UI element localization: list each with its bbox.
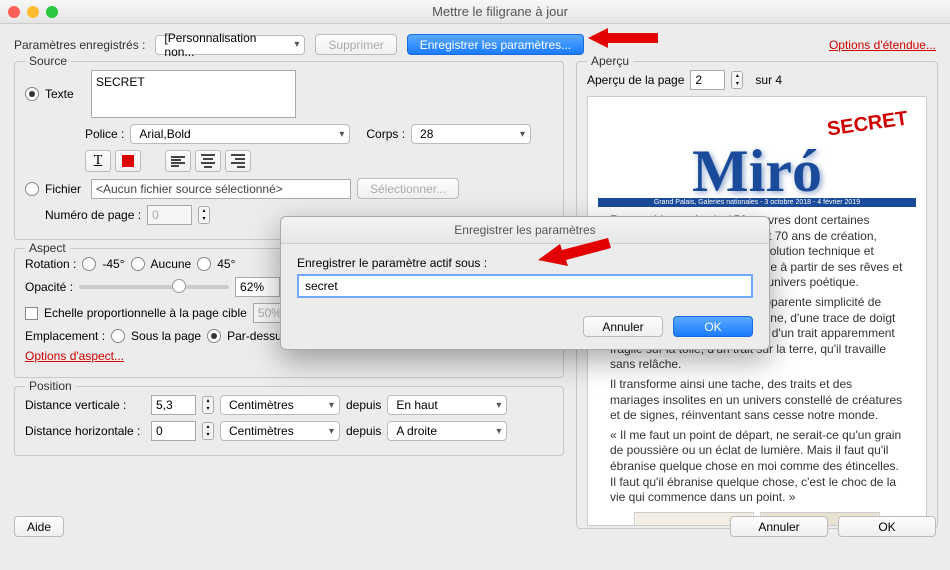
select-file-button[interactable]: Sélectionner... bbox=[357, 178, 459, 199]
color-icon[interactable] bbox=[115, 150, 141, 172]
font-value: Arial,Bold bbox=[139, 127, 190, 141]
arrow-indicator-icon bbox=[588, 26, 668, 50]
scale-label: Echelle proportionnelle à la page cible bbox=[44, 306, 247, 320]
saved-params-label: Paramètres enregistrés : bbox=[14, 38, 145, 52]
maximize-icon[interactable] bbox=[46, 6, 58, 18]
position-legend: Position bbox=[25, 379, 76, 393]
opacity-label: Opacité : bbox=[25, 280, 73, 294]
file-path-value: <Aucun fichier source sélectionné> bbox=[96, 182, 283, 196]
close-icon[interactable] bbox=[8, 6, 20, 18]
underline-icon[interactable]: T bbox=[85, 150, 111, 172]
hdist-label: Distance horizontale : bbox=[25, 424, 145, 438]
extended-options-link[interactable]: Options d'étendue... bbox=[829, 38, 936, 52]
vdist-input[interactable] bbox=[151, 395, 196, 415]
save-params-button[interactable]: Enregistrer les paramètres... bbox=[407, 34, 584, 55]
doc-subtitle-bar: Grand Palais, Galeries nationales - 3 oc… bbox=[598, 198, 916, 207]
page-num-stepper: ▴▾ bbox=[198, 206, 210, 224]
size-label: Corps : bbox=[366, 127, 405, 141]
dialog-label: Enregistrer le paramètre actif sous : bbox=[297, 256, 753, 270]
vdist-label: Distance verticale : bbox=[25, 398, 145, 412]
ok-button[interactable]: OK bbox=[838, 516, 936, 537]
placement-under-radio[interactable] bbox=[111, 329, 125, 343]
size-select[interactable]: 28 bbox=[411, 124, 531, 144]
vdist-unit-select[interactable]: Centimètres bbox=[220, 395, 340, 415]
align-left-icon[interactable] bbox=[165, 150, 191, 172]
rotation-pos45-radio[interactable] bbox=[197, 257, 211, 271]
dialog-ok-button[interactable]: OK bbox=[673, 316, 753, 337]
saved-params-select[interactable]: [Personnalisation non... bbox=[155, 35, 305, 55]
delete-button[interactable]: Supprimer bbox=[315, 34, 396, 55]
page-num-label: Numéro de page : bbox=[45, 208, 141, 222]
placement-over-radio[interactable] bbox=[207, 329, 221, 343]
window-title: Mettre le filigrane à jour bbox=[58, 4, 942, 19]
page-total-label: sur 4 bbox=[755, 73, 782, 87]
text-radio-label: Texte bbox=[45, 87, 85, 101]
source-legend: Source bbox=[25, 54, 71, 68]
page-num-input bbox=[147, 205, 192, 225]
aspect-options-link[interactable]: Options d'aspect... bbox=[25, 349, 124, 363]
align-center-icon[interactable] bbox=[195, 150, 221, 172]
scale-checkbox[interactable] bbox=[25, 307, 38, 320]
placement-label: Emplacement : bbox=[25, 329, 105, 343]
vdist-stepper[interactable]: ▴▾ bbox=[202, 396, 214, 414]
arrow-indicator-icon bbox=[538, 238, 618, 266]
save-params-dialog: Enregistrer les paramètres Enregistrer l… bbox=[280, 216, 770, 350]
hdist-stepper[interactable]: ▴▾ bbox=[202, 422, 214, 440]
file-path-field[interactable]: <Aucun fichier source sélectionné> bbox=[91, 179, 351, 199]
cancel-button[interactable]: Annuler bbox=[730, 516, 828, 537]
hdist-unit-value: Centimètres bbox=[229, 424, 294, 438]
watermark-text-input[interactable]: SECRET bbox=[91, 70, 296, 118]
placement-under-label: Sous la page bbox=[131, 329, 201, 343]
source-section: Source Texte SECRET Police : Arial,Bold … bbox=[14, 61, 564, 240]
vdist-from-label: depuis bbox=[346, 398, 381, 412]
rotation-none-label: Aucune bbox=[151, 257, 192, 271]
minimize-icon[interactable] bbox=[27, 6, 39, 18]
titlebar: Mettre le filigrane à jour bbox=[0, 0, 950, 24]
doc-para: « Il me faut un point de départ, ne sera… bbox=[610, 428, 904, 506]
doc-title: Miró bbox=[598, 137, 916, 206]
saved-params-value: [Personnalisation non... bbox=[164, 31, 284, 59]
rotation-neg45-radio[interactable] bbox=[82, 257, 96, 271]
hdist-from-value: A droite bbox=[396, 424, 437, 438]
vdist-unit-value: Centimètres bbox=[229, 398, 294, 412]
font-label: Police : bbox=[85, 127, 124, 141]
doc-para: Il transforme ainsi une tache, des trait… bbox=[610, 377, 904, 424]
hdist-unit-select[interactable]: Centimètres bbox=[220, 421, 340, 441]
vdist-from-value: En haut bbox=[396, 398, 437, 412]
file-radio[interactable] bbox=[25, 182, 39, 196]
aspect-legend: Aspect bbox=[25, 241, 70, 255]
size-value: 28 bbox=[420, 127, 433, 141]
text-radio[interactable] bbox=[25, 87, 39, 101]
rotation-none-radio[interactable] bbox=[131, 257, 145, 271]
opacity-input[interactable] bbox=[235, 277, 280, 297]
dialog-cancel-button[interactable]: Annuler bbox=[583, 316, 663, 337]
dialog-title: Enregistrer les paramètres bbox=[281, 217, 769, 244]
dialog-name-input[interactable] bbox=[297, 274, 753, 298]
page-preview-stepper[interactable]: ▴▾ bbox=[731, 71, 743, 89]
vdist-from-select[interactable]: En haut bbox=[387, 395, 507, 415]
position-section: Position Distance verticale : ▴▾ Centimè… bbox=[14, 386, 564, 456]
align-right-icon[interactable] bbox=[225, 150, 251, 172]
page-preview-input[interactable] bbox=[690, 70, 725, 90]
rotation-label: Rotation : bbox=[25, 257, 76, 271]
rotation-pos45-label: 45° bbox=[217, 257, 235, 271]
hdist-from-label: depuis bbox=[346, 424, 381, 438]
preview-legend: Aperçu bbox=[587, 54, 633, 68]
help-button[interactable]: Aide bbox=[14, 516, 64, 537]
opacity-slider[interactable] bbox=[79, 285, 229, 289]
font-select[interactable]: Arial,Bold bbox=[130, 124, 350, 144]
hdist-from-select[interactable]: A droite bbox=[387, 421, 507, 441]
hdist-input[interactable] bbox=[151, 421, 196, 441]
file-radio-label: Fichier bbox=[45, 182, 85, 196]
rotation-neg45-label: -45° bbox=[102, 257, 124, 271]
page-preview-label: Aperçu de la page bbox=[587, 73, 684, 87]
